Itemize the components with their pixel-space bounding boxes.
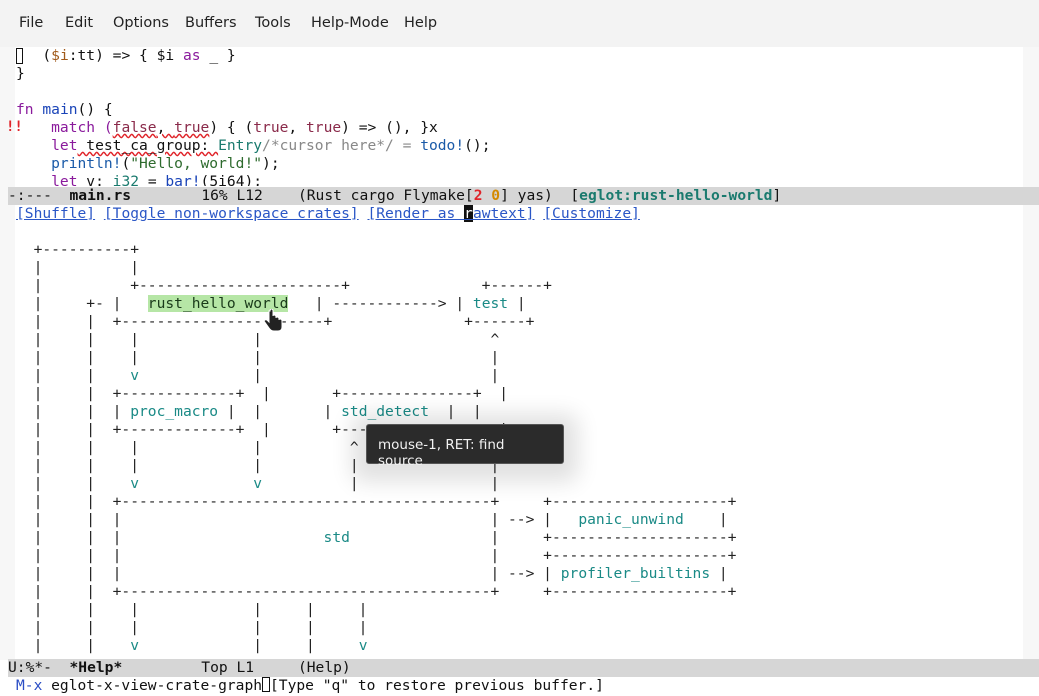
eglot-project: rust-hello-world — [631, 187, 773, 204]
shuffle-button[interactable]: [Shuffle] — [16, 205, 95, 222]
echo-message: [Type "q" to restore previous buffer.] — [270, 677, 604, 694]
code-line: } — [16, 65, 25, 82]
buffer-name: *Help* — [69, 659, 123, 676]
buffer-name: main.rs — [69, 187, 132, 204]
menu-buffers[interactable]: Buffers — [185, 15, 237, 31]
hand-pointer-icon — [263, 309, 283, 332]
node-profiler-builtins[interactable]: profiler_builtins — [561, 565, 710, 582]
menu-tools[interactable]: Tools — [255, 15, 291, 31]
code-line: let test_ca_group: Entry/*cursor here*/ … — [16, 137, 491, 154]
menu-edit[interactable]: Edit — [65, 15, 93, 31]
left-fringe — [0, 47, 15, 660]
mode-line-source[interactable]: -:--- main.rs 16% L12 (Rust cargo Flymak… — [8, 187, 1039, 205]
code-line: println!("Hello, world!"); — [16, 155, 280, 172]
flymake-error-count: 2 — [473, 187, 483, 204]
menu-bar: File Edit Options Buffers Tools Help-Mod… — [0, 0, 1039, 47]
code-line: match (false, true) { (true, true) => ()… — [16, 119, 438, 136]
menu-file[interactable]: File — [19, 15, 43, 31]
minibuffer-input: eglot-x-view-crate-graph — [42, 677, 263, 694]
mode-line-help[interactable]: U:%*- *Help* Top L1 (Help) — [8, 659, 1039, 677]
menu-help-mode[interactable]: Help-Mode — [311, 15, 389, 31]
flymake-warning-count: 0 — [491, 187, 501, 204]
right-fringe — [1023, 47, 1039, 660]
node-std-detect[interactable]: std_detect — [341, 403, 429, 420]
minibuffer[interactable]: M-x eglot-x-view-crate-graph [Type "q" to… — [16, 677, 604, 695]
node-panic-unwind[interactable]: panic_unwind — [578, 511, 683, 528]
text-cursor: r — [464, 205, 473, 222]
customize-button[interactable]: [Customize] — [543, 205, 640, 222]
menu-options[interactable]: Options — [113, 15, 169, 31]
code-line: ($i:tt) => { $i as _ } — [16, 47, 236, 64]
toggle-non-workspace-button[interactable]: [Toggle non-workspace crates] — [104, 205, 359, 222]
help-toolbar: [Shuffle] [Toggle non-workspace crates] … — [16, 205, 640, 223]
code-line: fn main() { — [16, 101, 113, 118]
node-std[interactable]: std — [324, 529, 350, 546]
minibuffer-cursor — [262, 677, 271, 692]
node-proc-macro[interactable]: proc_macro — [130, 403, 218, 420]
render-rawtext-button[interactable]: [Render as rawtext] — [367, 205, 534, 222]
tooltip: mouse-1, RET: find source — [366, 424, 564, 469]
menu-help[interactable]: Help — [404, 15, 437, 31]
minibuffer-prompt: M-x — [16, 677, 43, 694]
node-test[interactable]: test — [473, 295, 508, 312]
code-line: let v: i32 = bar!(5i64); — [16, 173, 263, 186]
